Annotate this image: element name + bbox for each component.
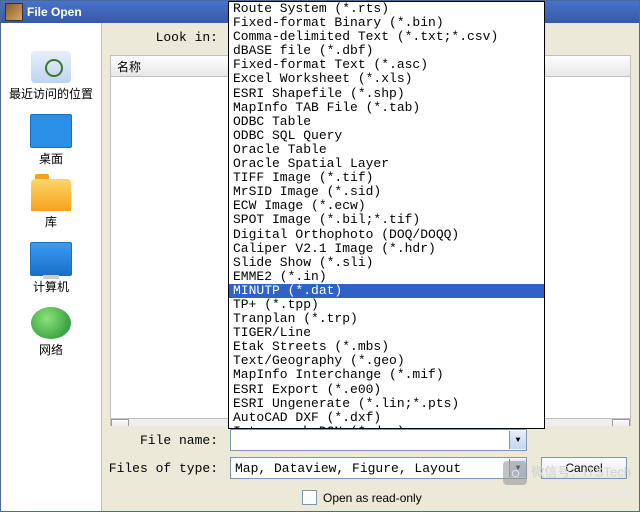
filename-input[interactable]: ▼ — [230, 429, 527, 451]
filetype-option[interactable]: Oracle Table — [229, 143, 544, 157]
window-title: File Open — [27, 5, 82, 19]
recent-icon — [31, 51, 71, 83]
filetype-option[interactable]: MapInfo TAB File (*.tab) — [229, 101, 544, 115]
filetype-option[interactable]: Slide Show (*.sli) — [229, 256, 544, 270]
filetype-option[interactable]: Excel Worksheet (*.xls) — [229, 72, 544, 86]
column-name: 名称 — [117, 58, 141, 75]
filetype-option[interactable]: Fixed-format Text (*.asc) — [229, 58, 544, 72]
place-recent[interactable]: 最近访问的位置 — [6, 48, 96, 105]
filetype-option[interactable]: TP+ (*.tpp) — [229, 298, 544, 312]
filetype-option[interactable]: Tranplan (*.trp) — [229, 312, 544, 326]
place-label: 库 — [45, 213, 57, 230]
watermark: ၀微信号：ITSTech @51CTO博客 — [503, 461, 631, 501]
chevron-down-icon[interactable]: ▼ — [509, 431, 526, 449]
filetype-option[interactable]: EMME2 (*.in) — [229, 270, 544, 284]
filetype-option[interactable]: ODBC Table — [229, 115, 544, 129]
filetype-option[interactable]: Text/Geography (*.geo) — [229, 354, 544, 368]
filetype-combo[interactable]: Map, Dataview, Figure, Layout ▼ — [230, 457, 527, 479]
filetype-option[interactable]: Fixed-format Binary (*.bin) — [229, 16, 544, 30]
app-icon — [5, 3, 23, 21]
filetype-option[interactable]: ODBC SQL Query — [229, 129, 544, 143]
place-label: 网络 — [39, 341, 63, 358]
readonly-checkbox[interactable] — [302, 490, 317, 505]
place-label: 计算机 — [33, 278, 69, 295]
filetype-option[interactable]: SPOT Image (*.bil;*.tif) — [229, 213, 544, 227]
filetype-option[interactable]: TIGER/Line — [229, 326, 544, 340]
network-icon — [31, 307, 71, 339]
filename-label: File name: — [108, 433, 224, 448]
readonly-label: Open as read-only — [323, 491, 422, 505]
place-computer[interactable]: 计算机 — [6, 239, 96, 298]
filetype-option[interactable]: dBASE file (*.dbf) — [229, 44, 544, 58]
filetype-option[interactable]: Etak Streets (*.mbs) — [229, 340, 544, 354]
wechat-icon: ၀ — [503, 461, 527, 485]
filetype-option[interactable]: Comma-delimited Text (*.txt;*.csv) — [229, 30, 544, 44]
filetype-option[interactable]: ESRI Export (*.e00) — [229, 383, 544, 397]
filetype-option[interactable]: Caliper V2.1 Image (*.hdr) — [229, 242, 544, 256]
file-open-dialog: File Open 最近访问的位置 桌面 库 计算机 网络 — [0, 0, 640, 512]
place-label: 桌面 — [39, 150, 63, 167]
filetype-value: Map, Dataview, Figure, Layout — [231, 461, 509, 476]
place-desktop[interactable]: 桌面 — [6, 111, 96, 170]
place-label: 最近访问的位置 — [9, 85, 93, 102]
filetype-option[interactable]: ESRI Ungenerate (*.lin;*.pts) — [229, 397, 544, 411]
filetype-dropdown-list[interactable]: Route System (*.rts)Fixed-format Binary … — [228, 1, 545, 429]
filetype-option[interactable]: MrSID Image (*.sid) — [229, 185, 544, 199]
filetype-option[interactable]: MINUTP (*.dat) — [229, 284, 544, 298]
library-icon — [31, 179, 71, 211]
lookin-label: Look in: — [108, 30, 224, 45]
place-library[interactable]: 库 — [6, 176, 96, 233]
filetype-option[interactable]: AutoCAD DXF (*.dxf) — [229, 411, 544, 425]
filetype-option[interactable]: Route System (*.rts) — [229, 2, 544, 16]
filetype-option[interactable]: Intergraph DGN (*.dgn) — [229, 425, 544, 429]
filetype-option[interactable]: MapInfo Interchange (*.mif) — [229, 368, 544, 382]
filetype-option[interactable]: ESRI Shapefile (*.shp) — [229, 87, 544, 101]
places-bar: 最近访问的位置 桌面 库 计算机 网络 — [1, 23, 102, 511]
filetype-option[interactable]: TIFF Image (*.tif) — [229, 171, 544, 185]
filetype-option[interactable]: Oracle Spatial Layer — [229, 157, 544, 171]
desktop-icon — [30, 114, 72, 148]
filetype-option[interactable]: ECW Image (*.ecw) — [229, 199, 544, 213]
filetype-label: Files of type: — [108, 461, 224, 476]
filetype-option[interactable]: Digital Orthophoto (DOQ/DOQQ) — [229, 228, 544, 242]
place-network[interactable]: 网络 — [6, 304, 96, 361]
computer-icon — [30, 242, 72, 276]
